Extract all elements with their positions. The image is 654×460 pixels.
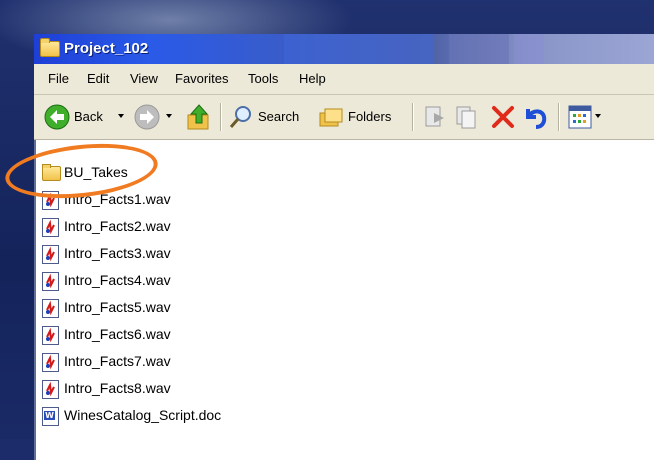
menu-view[interactable]: View — [130, 71, 158, 86]
back-arrow-icon — [44, 104, 70, 130]
back-label: Back — [74, 109, 103, 124]
file-name: Intro_Facts6.wav — [64, 326, 171, 342]
chevron-down-icon[interactable] — [166, 114, 172, 118]
audio-file-icon — [42, 272, 59, 291]
menu-file[interactable]: File — [48, 71, 69, 86]
search-button[interactable]: Search — [226, 95, 314, 139]
file-name: Intro_Facts8.wav — [64, 380, 171, 396]
audio-file-icon — [42, 299, 59, 318]
views-button[interactable] — [566, 95, 606, 139]
file-name: Intro_Facts2.wav — [64, 218, 171, 234]
file-name: Intro_Facts4.wav — [64, 272, 171, 288]
word-document-icon: W — [42, 407, 59, 426]
audio-file-icon — [42, 380, 59, 399]
toolbar: Back Search Folders — [34, 95, 654, 140]
chevron-down-icon[interactable] — [595, 114, 601, 118]
title-bar[interactable]: Project_102 — [34, 34, 654, 64]
up-button[interactable] — [182, 95, 214, 139]
chevron-down-icon[interactable] — [118, 114, 124, 118]
forward-arrow-icon — [134, 104, 160, 130]
menu-bar: File Edit View Favorites Tools Help — [34, 64, 654, 95]
search-icon — [229, 106, 251, 128]
audio-file-icon — [42, 353, 59, 372]
file-name: Intro_Facts7.wav — [64, 353, 171, 369]
search-label: Search — [258, 109, 300, 124]
forward-button[interactable] — [132, 95, 176, 139]
up-folder-icon — [187, 104, 209, 130]
audio-file-icon — [42, 326, 59, 345]
back-button[interactable]: Back — [40, 95, 132, 139]
file-list: BU_Takes Intro_Facts1.wav Intro_Facts2.w… — [34, 140, 654, 460]
folders-label: Folders — [348, 109, 392, 124]
file-name: Intro_Facts3.wav — [64, 245, 171, 261]
copy-to-icon[interactable] — [454, 104, 480, 130]
move-to-icon[interactable] — [422, 104, 448, 130]
delete-icon[interactable] — [490, 104, 516, 130]
folders-button[interactable]: Folders — [316, 95, 406, 139]
explorer-window: Project_102 File Edit View Favorites Too… — [34, 34, 654, 460]
menu-help[interactable]: Help — [299, 71, 326, 86]
menu-favorites[interactable]: Favorites — [175, 71, 228, 86]
menu-tools[interactable]: Tools — [248, 71, 278, 86]
window-title: Project_102 — [64, 40, 149, 57]
audio-file-icon — [42, 245, 59, 264]
folder-icon — [40, 38, 60, 57]
file-name: Intro_Facts5.wav — [64, 299, 171, 315]
folders-icon — [319, 108, 343, 127]
views-icon — [568, 105, 592, 129]
menu-edit[interactable]: Edit — [87, 71, 109, 86]
undo-icon[interactable] — [522, 103, 550, 131]
audio-file-icon — [42, 218, 59, 237]
file-name: WinesCatalog_Script.doc — [64, 407, 222, 423]
